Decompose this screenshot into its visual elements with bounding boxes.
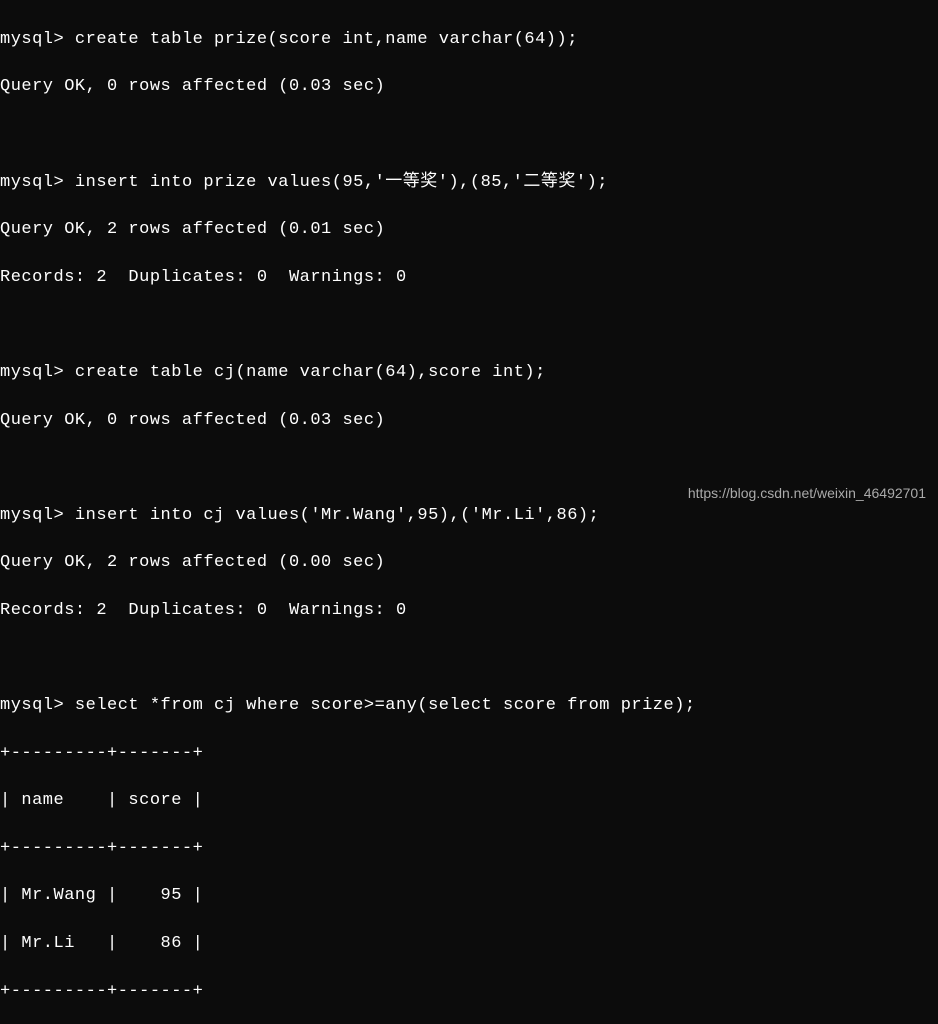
cmd-line-1: mysql> create table prize(score int,name… bbox=[0, 28, 938, 52]
prompt: mysql> bbox=[0, 30, 75, 49]
table-border: +---------+-------+ bbox=[0, 837, 938, 861]
sql-command: select *from cj where score>=any(select … bbox=[75, 696, 696, 715]
response-line: Query OK, 2 rows affected (0.00 sec) bbox=[0, 551, 938, 575]
sql-command: create table prize(score int,name varcha… bbox=[75, 30, 578, 49]
response-line: Query OK, 0 rows affected (0.03 sec) bbox=[0, 409, 938, 433]
table-row: | Mr.Li | 86 | bbox=[0, 932, 938, 956]
watermark-text: https://blog.csdn.net/weixin_46492701 bbox=[688, 484, 926, 504]
response-line: Query OK, 2 rows affected (0.01 sec) bbox=[0, 218, 938, 242]
sql-command: insert into cj values('Mr.Wang',95),('Mr… bbox=[75, 506, 599, 525]
cmd-line-2: mysql> insert into prize values(95,'一等奖'… bbox=[0, 171, 938, 195]
blank-line bbox=[0, 313, 938, 337]
prompt: mysql> bbox=[0, 696, 75, 715]
table-border: +---------+-------+ bbox=[0, 980, 938, 1004]
prompt: mysql> bbox=[0, 506, 75, 525]
cmd-line-5: mysql> select *from cj where score>=any(… bbox=[0, 694, 938, 718]
response-line: Records: 2 Duplicates: 0 Warnings: 0 bbox=[0, 599, 938, 623]
table-border: +---------+-------+ bbox=[0, 742, 938, 766]
table-header: | name | score | bbox=[0, 789, 938, 813]
sql-command: create table cj(name varchar(64),score i… bbox=[75, 363, 546, 382]
cmd-line-3: mysql> create table cj(name varchar(64),… bbox=[0, 361, 938, 385]
terminal-output: mysql> create table prize(score int,name… bbox=[0, 4, 938, 1024]
sql-command: insert into prize values(95,'一等奖'),(85,'… bbox=[75, 173, 608, 192]
response-line: Records: 2 Duplicates: 0 Warnings: 0 bbox=[0, 266, 938, 290]
prompt: mysql> bbox=[0, 363, 75, 382]
blank-line bbox=[0, 647, 938, 671]
response-line: Query OK, 0 rows affected (0.03 sec) bbox=[0, 75, 938, 99]
cmd-line-4: mysql> insert into cj values('Mr.Wang',9… bbox=[0, 504, 938, 528]
table-row: | Mr.Wang | 95 | bbox=[0, 884, 938, 908]
prompt: mysql> bbox=[0, 173, 75, 192]
blank-line bbox=[0, 456, 938, 480]
blank-line bbox=[0, 123, 938, 147]
